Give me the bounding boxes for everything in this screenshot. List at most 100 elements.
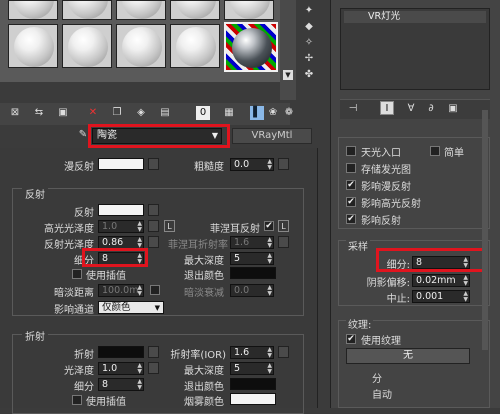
material-slot[interactable] [8, 0, 58, 20]
refr-max-depth-spinner[interactable]: 5 ▲ ▼ [230, 362, 274, 375]
helper-icon[interactable]: ✤ [302, 68, 316, 82]
refl-max-depth-label: 最大深度 [184, 256, 224, 267]
dim-falloff-spinner[interactable]: 0.0 ▲ ▼ [230, 284, 274, 297]
cutoff-spinner[interactable]: 0.001 ▲ ▼ [412, 290, 470, 303]
delete-icon[interactable]: ✕ [86, 106, 100, 120]
ior-spinner[interactable]: 1.6 ▲ ▼ [230, 346, 274, 359]
material-slot[interactable] [224, 0, 274, 20]
material-slot[interactable] [170, 0, 220, 20]
camera-icon[interactable]: ✢ [302, 52, 316, 66]
hilight-lock-button[interactable]: L [164, 220, 175, 232]
show-end-result-icon[interactable]: ▌ [250, 106, 264, 120]
reflect-label: 反射 [74, 208, 94, 219]
affect-specular-checkbox[interactable]: ✔ [346, 197, 356, 207]
ior-map-button[interactable] [278, 346, 289, 358]
material-type-button[interactable]: VRayMtl [232, 128, 312, 144]
hilight-gloss-spinner[interactable]: 1.0 ▲ ▼ [98, 220, 144, 233]
put-library-icon[interactable]: ▤ [158, 106, 172, 120]
go-sibling-icon[interactable]: ❁ [282, 106, 296, 120]
refl-exit-color-swatch[interactable] [230, 267, 276, 279]
hilight-gloss-map-button[interactable] [148, 220, 159, 232]
snap-icon[interactable]: ✦ [302, 4, 316, 18]
fresnel-checkbox[interactable]: ✔ [264, 221, 274, 231]
material-slot-selected[interactable] [224, 22, 278, 72]
refr-gloss-spinner[interactable]: 1.0 ▲ ▼ [98, 362, 144, 375]
copy-icon[interactable]: ❐ [110, 106, 124, 120]
affect-channels-value: 仅颜色 [102, 302, 131, 313]
material-slot[interactable] [170, 24, 220, 68]
reflect-color-swatch[interactable] [98, 204, 144, 216]
simple-label: 简单 [444, 148, 464, 159]
texture-res-label: 分 [372, 374, 382, 385]
modifier-stack-item[interactable]: VR灯光 [344, 11, 486, 23]
remove-modifier-icon[interactable]: ∂ [424, 102, 438, 116]
material-slot[interactable] [62, 24, 112, 68]
go-parent-icon[interactable]: ❀ [266, 106, 280, 120]
chevron-down-icon: ▼ [154, 304, 160, 312]
reflection-title: 反射 [22, 186, 48, 201]
sample-type-icon[interactable]: ▼ [283, 70, 293, 80]
affect-specular-label: 影响高光反射 [361, 199, 421, 210]
refl-max-depth-spinner[interactable]: 5 ▲ ▼ [230, 252, 274, 265]
refract-map-button[interactable] [148, 346, 159, 358]
shadow-bias-spinner[interactable]: 0.02mm ▲ ▼ [412, 274, 470, 287]
affect-diffuse-checkbox[interactable]: ✔ [346, 180, 356, 190]
diffuse-label: 漫反射 [64, 162, 94, 173]
refr-use-interp-checkbox[interactable] [72, 395, 82, 405]
put-to-scene-icon[interactable]: ⇆ [32, 106, 46, 120]
texture-none-button[interactable]: 无 [346, 348, 470, 364]
get-material-icon[interactable]: ⊠ [8, 106, 22, 120]
refr-max-depth-value: 5 [234, 363, 241, 374]
refr-subdivs-spinner[interactable]: 8 ▲ ▼ [98, 378, 144, 391]
store-irradiance-checkbox[interactable] [346, 163, 356, 173]
material-slot[interactable] [116, 0, 166, 20]
refr-exit-color-swatch[interactable] [230, 378, 276, 390]
affect-channels-label: 影响通道 [54, 305, 94, 316]
use-texture-checkbox[interactable]: ✔ [346, 334, 356, 344]
configure-icon[interactable]: ▣ [446, 102, 460, 116]
cutoff-value: 0.001 [416, 291, 444, 302]
refract-color-swatch[interactable] [98, 346, 144, 358]
effects-channel-icon[interactable]: 0 [196, 106, 210, 120]
diffuse-map-button[interactable] [148, 158, 159, 170]
fresnel-ior-value: 1.6 [234, 237, 250, 248]
refl-use-interp-checkbox[interactable] [72, 269, 82, 279]
dim-distance-checkbox[interactable] [150, 285, 160, 295]
sampling-title: 采样 [346, 238, 370, 253]
material-slot[interactable] [8, 24, 58, 68]
pin-stack-icon[interactable]: ⊣ [346, 102, 360, 116]
refr-gloss-label: 光泽度 [64, 366, 94, 377]
render-icon[interactable]: ◆ [302, 20, 316, 34]
refl-gloss-map-button[interactable] [148, 236, 159, 248]
refract-label: 折射 [74, 350, 94, 361]
fog-color-label: 烟雾颜色 [184, 397, 224, 408]
fog-color-swatch[interactable] [230, 393, 276, 405]
refr-gloss-map-button[interactable] [148, 362, 159, 374]
light-icon[interactable]: ✧ [302, 36, 316, 50]
material-slot[interactable] [62, 0, 112, 20]
fresnel-ior-spinner[interactable]: 1.6 ▲ ▼ [230, 236, 274, 249]
unique-icon[interactable]: ◈ [134, 106, 148, 120]
affect-reflections-checkbox[interactable]: ✔ [346, 214, 356, 224]
cutoff-label: 中止: [386, 294, 410, 305]
simple-checkbox[interactable] [430, 146, 440, 156]
command-panel-scrollbar[interactable] [482, 110, 488, 350]
fresnel-lock-button[interactable]: L [278, 220, 289, 232]
dim-falloff-label: 暗淡衰减 [184, 288, 224, 299]
refr-max-depth-label: 最大深度 [184, 366, 224, 377]
assign-icon[interactable]: ▣ [56, 106, 70, 120]
reflect-map-button[interactable] [148, 204, 159, 216]
refr-subdivs-label: 细分 [74, 382, 94, 393]
dim-distance-spinner[interactable]: 100.0m ▲ ▼ [98, 284, 144, 297]
roughness-map-button[interactable] [278, 158, 289, 170]
sky-portal-checkbox[interactable] [346, 146, 356, 156]
affect-channels-dropdown[interactable]: 仅颜色 ▼ [98, 301, 164, 314]
diffuse-color-swatch[interactable] [98, 158, 144, 170]
make-unique-icon[interactable]: ∀ [404, 102, 418, 116]
affect-diffuse-label: 影响漫反射 [361, 182, 411, 193]
show-map-icon[interactable]: ▦ [222, 106, 236, 120]
roughness-spinner[interactable]: 0.0 ▲ ▼ [230, 158, 274, 171]
show-end-result-icon[interactable]: I [380, 101, 394, 115]
fresnel-ior-map-button[interactable] [278, 236, 289, 248]
material-slot[interactable] [116, 24, 166, 68]
